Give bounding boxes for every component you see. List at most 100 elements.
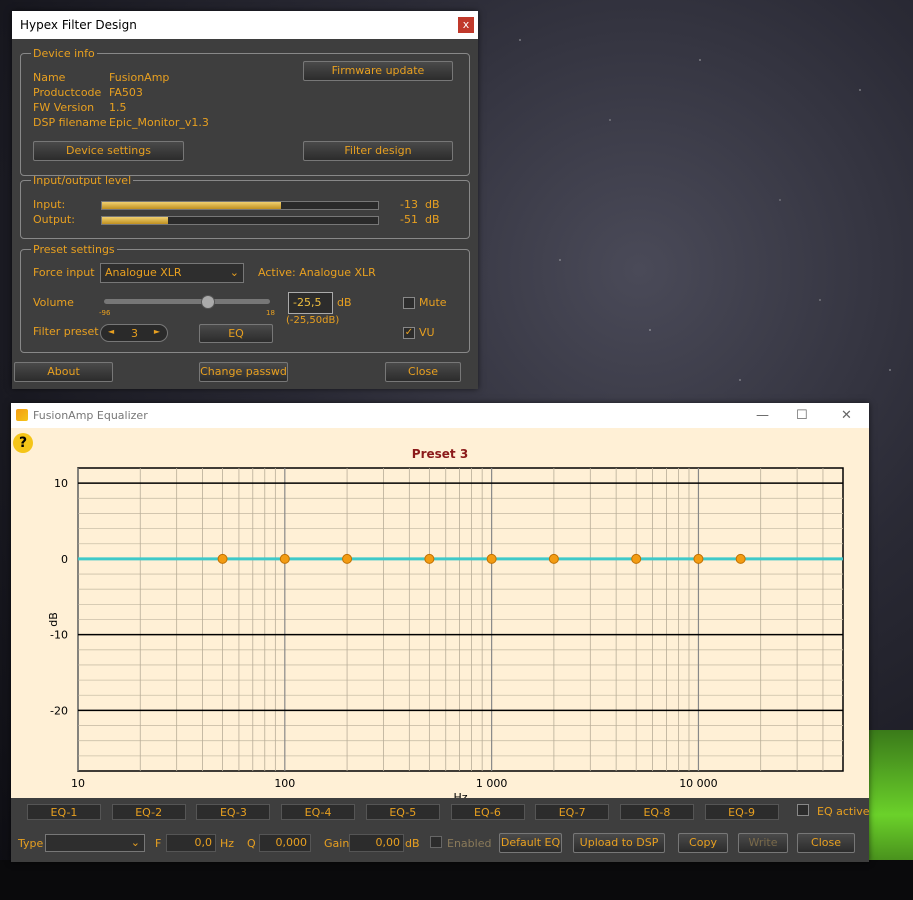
eq-point[interactable] [548, 553, 559, 564]
enabled-label: Enabled [447, 837, 492, 850]
input-label: Input: [33, 198, 66, 211]
name-label: Name [33, 71, 66, 84]
close-icon[interactable]: x [458, 17, 474, 33]
y-tick-label: 10 [54, 477, 68, 490]
fw-version-value: 1.5 [109, 101, 127, 114]
filter-preset-value: 3 [131, 327, 138, 340]
filter-design-button[interactable]: Filter design [303, 141, 453, 161]
output-db-unit: dB [425, 213, 440, 226]
slider-min-label: -96 [99, 309, 111, 317]
write-button[interactable]: Write [738, 833, 788, 853]
gain-input[interactable]: 0,00 [349, 834, 404, 852]
band-button-3[interactable]: EQ-3 [196, 804, 271, 820]
eq-point[interactable] [486, 553, 497, 564]
productcode-label: Productcode [33, 86, 102, 99]
output-db-value: -51 [400, 213, 418, 226]
firmware-update-button[interactable]: Firmware update [303, 61, 453, 81]
band-button-8[interactable]: EQ-8 [619, 804, 694, 820]
eq-control-bar: EQ-1 EQ-2 EQ-3 EQ-4 EQ-5 EQ-6 EQ-7 EQ-8 EQ-9 EQ … [11, 798, 870, 862]
force-input-select[interactable]: Analogue XLR ⌄ [100, 263, 244, 283]
eq-point[interactable] [735, 553, 746, 564]
volume-label: Volume [33, 296, 74, 309]
slider-max-label: 18 [266, 309, 275, 317]
eq-button[interactable]: EQ [199, 324, 273, 343]
device-settings-button[interactable]: Device settings [33, 141, 184, 161]
y-tick-label: -10 [50, 629, 68, 642]
vu-label: VU [419, 326, 435, 339]
y-axis-label: dB [47, 612, 60, 627]
vu-checkbox[interactable]: ✓ [403, 327, 415, 339]
eq-close-button[interactable]: Close [797, 833, 855, 853]
volume-unit: dB [337, 296, 352, 309]
preset-settings-legend: Preset settings [33, 243, 115, 256]
band-button-5[interactable]: EQ-5 [365, 804, 440, 820]
copy-button[interactable]: Copy [678, 833, 728, 853]
dsp-filename-value: Epic_Monitor_v1.3 [109, 116, 209, 129]
band-button-6[interactable]: EQ-6 [450, 804, 525, 820]
band-button-9[interactable]: EQ-9 [704, 804, 779, 820]
chevron-down-icon: ⌄ [229, 266, 239, 279]
output-level-bar [101, 216, 379, 225]
input-db-unit: dB [425, 198, 440, 211]
chart-grid [77, 467, 844, 772]
eq-active-label: EQ active [817, 805, 870, 818]
eq-point[interactable] [342, 553, 353, 564]
input-level-fill [102, 202, 282, 209]
productcode-value: FA503 [109, 86, 143, 99]
eq-point[interactable] [217, 553, 228, 564]
eq-chart[interactable]: 100-10-2010 100 1 000 10 000 Hz dB [11, 428, 869, 798]
close-button[interactable]: Close [385, 362, 461, 382]
eq-point[interactable] [279, 553, 290, 564]
x-tick-label: 10 [71, 777, 85, 790]
minimize-icon[interactable]: — [756, 403, 769, 428]
default-eq-button[interactable]: Default EQ [499, 833, 562, 853]
mute-checkbox[interactable] [403, 297, 415, 309]
hypex-title: Hypex Filter Design [20, 18, 137, 32]
band-button-7[interactable]: EQ-7 [535, 804, 610, 820]
stepper-next-icon[interactable]: ► [154, 327, 160, 336]
output-label: Output: [33, 213, 75, 226]
change-passwd-button[interactable]: Change passwd [199, 362, 288, 382]
q-label: Q [247, 837, 256, 850]
volume-input[interactable]: -25,5 [288, 292, 333, 314]
frequency-input[interactable]: 0,0 [166, 834, 216, 852]
maximize-icon[interactable]: ☐ [796, 403, 808, 428]
band-button-1[interactable]: EQ-1 [27, 804, 101, 820]
mute-label: Mute [419, 296, 447, 309]
filter-preset-stepper: ◄ 3 ► [100, 324, 168, 342]
eq-point[interactable] [693, 553, 704, 564]
f-unit: Hz [220, 837, 235, 850]
stepper-prev-icon[interactable]: ◄ [108, 327, 114, 336]
chevron-down-icon: ⌄ [130, 836, 140, 849]
volume-slider-track[interactable] [104, 295, 270, 309]
x-tick-label: 10 000 [679, 777, 718, 790]
type-label: Type [18, 837, 44, 850]
fw-version-label: FW Version [33, 101, 95, 114]
y-tick-label: -20 [50, 704, 68, 717]
gain-label: Gain [324, 837, 350, 850]
x-tick-label: 1 000 [476, 777, 508, 790]
equalizer-titlebar: FusionAmp Equalizer — ☐ ✕ [11, 403, 869, 428]
band-button-2[interactable]: EQ-2 [111, 804, 186, 820]
eq-point[interactable] [631, 553, 642, 564]
force-input-value: Analogue XLR [105, 266, 182, 279]
output-level-fill [102, 217, 169, 224]
filter-preset-label: Filter preset [33, 325, 99, 338]
x-axis-label: Hz [453, 791, 467, 798]
eq-point[interactable] [424, 553, 435, 564]
q-input[interactable]: 0,000 [259, 834, 311, 852]
io-level-legend: Input/output level [33, 174, 132, 187]
upload-to-dsp-button[interactable]: Upload to DSP [573, 833, 665, 853]
equalizer-window: FusionAmp Equalizer — ☐ ✕ ? Preset 3 10 0… [11, 403, 870, 862]
device-info-legend: Device info [33, 47, 95, 60]
name-value: FusionAmp [109, 71, 170, 84]
band-button-4[interactable]: EQ-4 [281, 804, 356, 820]
volume-slider-thumb[interactable] [200, 295, 215, 309]
eq-active-checkbox[interactable] [797, 804, 809, 816]
enabled-checkbox[interactable] [430, 836, 442, 848]
type-select[interactable]: ⌄ [45, 834, 145, 852]
volume-sub-value: (-25,50dB) [286, 315, 340, 326]
close-icon[interactable]: ✕ [841, 403, 852, 428]
input-level-bar [101, 201, 379, 210]
about-button[interactable]: About [14, 362, 113, 382]
